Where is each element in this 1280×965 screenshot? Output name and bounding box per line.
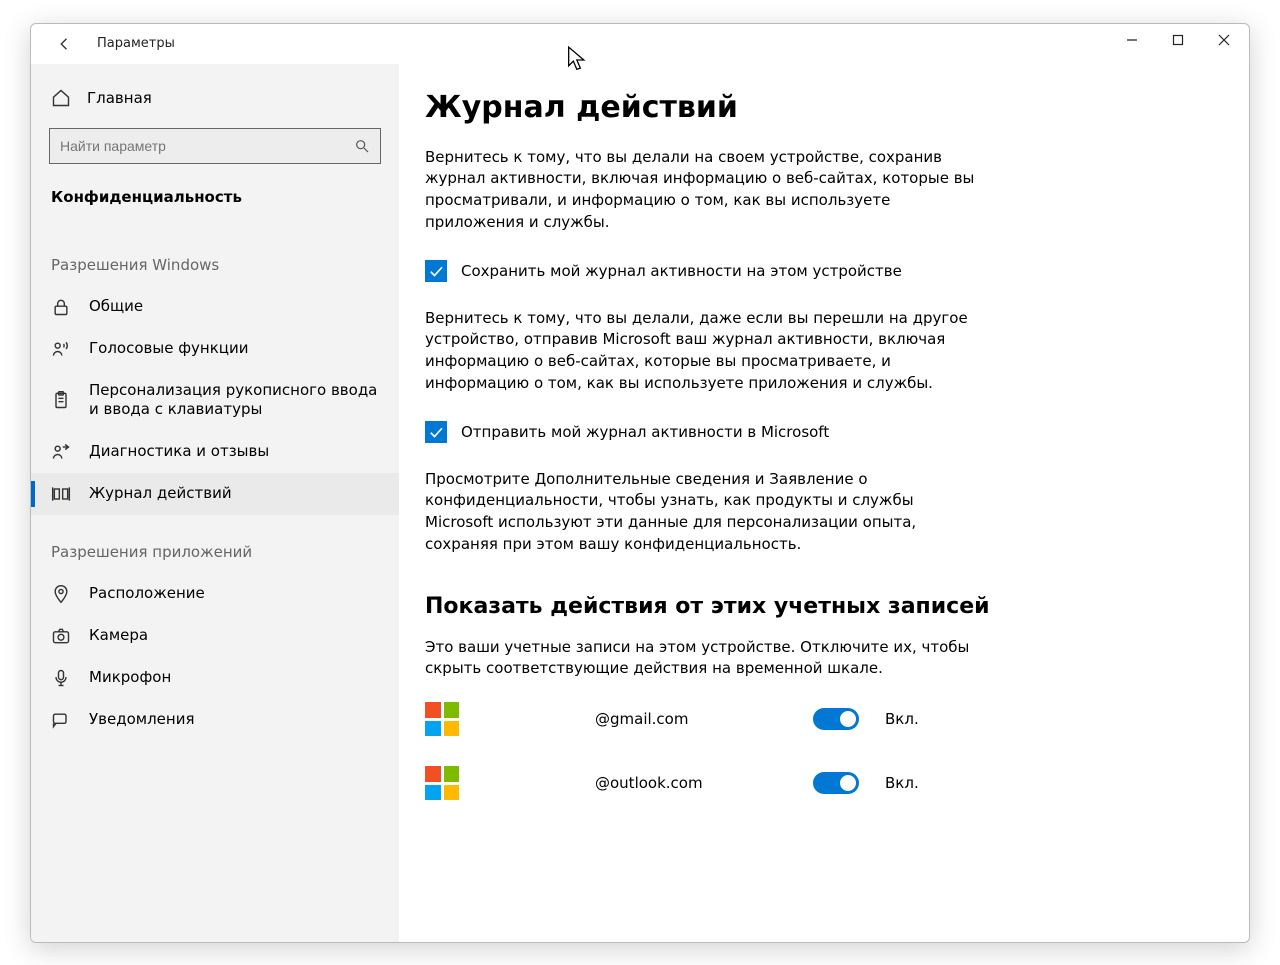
location-icon — [51, 584, 71, 604]
sidebar-item-inking[interactable]: Персонализация рукописного ввода и ввода… — [31, 370, 399, 431]
nav-label: Уведомления — [89, 710, 194, 730]
page-title: Журнал действий — [425, 90, 1205, 125]
search-input[interactable] — [49, 128, 381, 164]
titlebar: Параметры — [31, 24, 1249, 64]
sidebar-item-home[interactable]: Главная — [31, 80, 399, 122]
nav-label: Общие — [89, 297, 143, 317]
sidebar-item-microphone[interactable]: Микрофон — [31, 657, 399, 699]
nav-label: Камера — [89, 626, 148, 646]
lock-icon — [51, 297, 71, 317]
toggle-state: Вкл. — [885, 774, 919, 792]
window-title: Параметры — [97, 36, 175, 51]
checkbox-send-microsoft[interactable]: Отправить мой журнал активности в Micros… — [425, 421, 1205, 443]
account-toggle[interactable] — [813, 708, 859, 730]
activity-icon — [51, 484, 71, 504]
minimize-button[interactable] — [1109, 24, 1155, 56]
notifications-icon — [51, 710, 71, 730]
checkbox-label: Отправить мой журнал активности в Micros… — [461, 423, 829, 441]
search-field[interactable] — [60, 138, 354, 154]
toggle-state: Вкл. — [885, 710, 919, 728]
account-name: @outlook.com — [595, 774, 795, 792]
back-button[interactable] — [47, 26, 83, 62]
account-toggle[interactable] — [813, 772, 859, 794]
content-area: Журнал действий Вернитесь к тому, что вы… — [399, 64, 1249, 942]
sidebar-group-header: Разрешения Windows — [31, 228, 399, 286]
checkbox-store-local[interactable]: Сохранить мой журнал активности на этом … — [425, 260, 1205, 282]
sidebar-group-header: Разрешения приложений — [31, 515, 399, 573]
description-1: Вернитесь к тому, что вы делали на своем… — [425, 147, 985, 234]
camera-icon — [51, 626, 71, 646]
nav-label: Расположение — [89, 584, 205, 604]
description-2: Вернитесь к тому, что вы делали, даже ес… — [425, 308, 985, 395]
nav-label: Микрофон — [89, 668, 171, 688]
account-name: @gmail.com — [595, 710, 795, 728]
maximize-button[interactable] — [1155, 24, 1201, 56]
speech-icon — [51, 339, 71, 359]
accounts-subtext: Это ваши учетные записи на этом устройст… — [425, 637, 985, 681]
account-row: @gmail.com Вкл. — [425, 702, 1205, 736]
microphone-icon — [51, 668, 71, 688]
nav-label: Голосовые функции — [89, 339, 248, 359]
description-3: Просмотрите Дополнительные сведения и За… — [425, 469, 985, 556]
sidebar: Главная Конфиденциальность Разрешения Wi… — [31, 64, 399, 942]
checkbox-label: Сохранить мой журнал активности на этом … — [461, 262, 902, 280]
close-button[interactable] — [1201, 24, 1247, 56]
sidebar-item-activity-history[interactable]: Журнал действий — [31, 473, 399, 515]
home-icon — [51, 88, 71, 108]
checkbox-icon — [425, 421, 447, 443]
sidebar-section-current: Конфиденциальность — [31, 186, 399, 228]
microsoft-logo-icon — [425, 702, 459, 736]
account-row: @outlook.com Вкл. — [425, 766, 1205, 800]
sidebar-item-location[interactable]: Расположение — [31, 573, 399, 615]
microsoft-logo-icon — [425, 766, 459, 800]
sidebar-item-speech[interactable]: Голосовые функции — [31, 328, 399, 370]
clipboard-icon — [51, 390, 71, 410]
feedback-icon — [51, 442, 71, 462]
nav-label: Персонализация рукописного ввода и ввода… — [89, 381, 379, 420]
sidebar-item-diagnostics[interactable]: Диагностика и отзывы — [31, 431, 399, 473]
sidebar-item-general[interactable]: Общие — [31, 286, 399, 328]
accounts-heading: Показать действия от этих учетных записе… — [425, 594, 1205, 619]
nav-label: Диагностика и отзывы — [89, 442, 269, 462]
nav-label: Журнал действий — [89, 484, 232, 504]
sidebar-item-notifications[interactable]: Уведомления — [31, 699, 399, 741]
checkbox-icon — [425, 260, 447, 282]
nav-label: Главная — [87, 89, 152, 107]
sidebar-item-camera[interactable]: Камера — [31, 615, 399, 657]
search-icon — [354, 138, 370, 154]
